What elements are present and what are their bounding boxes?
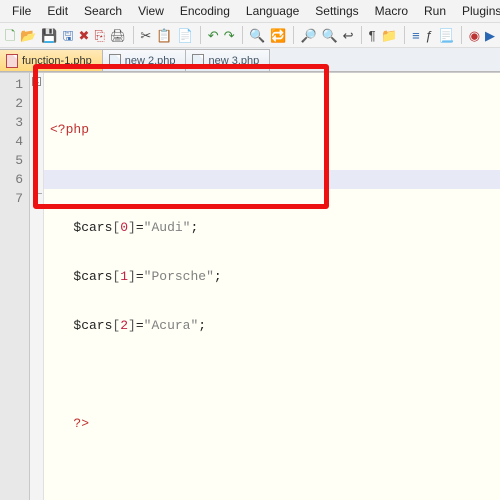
showall-icon[interactable]: ¶ xyxy=(367,26,377,44)
zoom-out-icon[interactable]: 🔍 xyxy=(321,26,339,44)
tab-new-2[interactable]: new 2.php xyxy=(102,49,187,71)
code-var: $cars xyxy=(73,220,112,235)
close-icon[interactable]: ✖ xyxy=(78,26,91,44)
fold-guide xyxy=(36,87,37,205)
tab-new-3[interactable]: new 3.php xyxy=(185,49,270,71)
tab-label: function-1.php xyxy=(22,55,92,67)
func-list-icon[interactable]: ƒ xyxy=(424,26,434,44)
record-macro-icon[interactable]: ◉ xyxy=(468,26,481,44)
redo-icon[interactable]: ↷ xyxy=(223,26,236,44)
toolbar: 🗋 📂 💾 🖫 ✖ ⎘ 🖨 ✂ 📋 📄 ↶ ↷ 🔍 🔁 🔎 🔍 ↩ ¶ 📁 ≡ … xyxy=(0,23,500,48)
code-string: "Acura" xyxy=(144,318,199,333)
file-icon xyxy=(192,54,204,68)
menu-language[interactable]: Language xyxy=(240,3,305,19)
line-number: 5 xyxy=(0,151,29,170)
paste-icon[interactable]: 📄 xyxy=(176,26,194,44)
tab-label: new 2.php xyxy=(125,55,176,67)
code-var: $cars xyxy=(73,269,112,284)
undo-icon[interactable]: ↶ xyxy=(207,26,220,44)
toolbar-separator xyxy=(293,26,294,44)
copy-icon[interactable]: 📋 xyxy=(155,26,173,44)
tab-bar: function-1.php new 2.php new 3.php xyxy=(0,48,500,72)
file-icon xyxy=(6,54,18,68)
toolbar-separator xyxy=(200,26,201,44)
cut-icon[interactable]: ✂ xyxy=(139,26,152,44)
play-macro-icon[interactable]: ▶ xyxy=(484,26,496,44)
fold-column: – xyxy=(30,73,44,500)
save-all-icon[interactable]: 🖫 xyxy=(61,26,74,44)
file-icon xyxy=(109,54,121,68)
php-close-tag: ?> xyxy=(73,416,89,431)
tab-function-1[interactable]: function-1.php xyxy=(0,49,103,71)
save-icon[interactable]: 💾 xyxy=(40,26,58,44)
line-number-gutter: 1 2 3 4 5 6 7 xyxy=(0,73,30,500)
menu-encoding[interactable]: Encoding xyxy=(174,3,236,19)
line-number: 6 xyxy=(0,170,29,189)
code-index: 0 xyxy=(120,220,128,235)
menu-edit[interactable]: Edit xyxy=(41,3,74,19)
line-number: 3 xyxy=(0,113,29,132)
code-area[interactable]: <?php $cars[0]="Audi"; $cars[1]="Porsche… xyxy=(44,73,500,500)
folder-icon[interactable]: 📁 xyxy=(380,26,398,44)
menu-macro[interactable]: Macro xyxy=(369,3,414,19)
doc-map-icon[interactable]: 📃 xyxy=(437,26,455,44)
code-index: 1 xyxy=(120,269,128,284)
line-number: 1 xyxy=(0,75,29,94)
new-file-icon[interactable]: 🗋 xyxy=(4,26,16,44)
print-icon[interactable]: 🖨 xyxy=(109,26,127,44)
code-string: "Porsche" xyxy=(144,269,214,284)
php-open-tag: <?php xyxy=(50,122,89,137)
current-line-highlight xyxy=(44,170,500,189)
menu-settings[interactable]: Settings xyxy=(309,3,364,19)
indent-guide-icon[interactable]: ≡ xyxy=(411,26,421,44)
menu-view[interactable]: View xyxy=(132,3,170,19)
toolbar-separator xyxy=(461,26,462,44)
line-number: 4 xyxy=(0,132,29,151)
menu-bar: File Edit Search View Encoding Language … xyxy=(0,0,500,23)
editor: 1 2 3 4 5 6 7 – <?php $cars[0]="Audi"; $… xyxy=(0,72,500,500)
menu-search[interactable]: Search xyxy=(78,3,128,19)
menu-file[interactable]: File xyxy=(6,3,37,19)
menu-plugins[interactable]: Plugins xyxy=(456,3,500,19)
menu-run[interactable]: Run xyxy=(418,3,452,19)
toolbar-separator xyxy=(242,26,243,44)
code-string: "Audi" xyxy=(144,220,191,235)
open-file-icon[interactable]: 📂 xyxy=(19,26,37,44)
fold-toggle-icon[interactable]: – xyxy=(32,77,41,86)
line-number: 7 xyxy=(0,189,29,208)
fold-guide-end xyxy=(36,193,42,194)
toolbar-separator xyxy=(133,26,134,44)
toolbar-separator xyxy=(404,26,405,44)
toolbar-separator xyxy=(361,26,362,44)
close-all-icon[interactable]: ⎘ xyxy=(93,26,105,44)
replace-icon[interactable]: 🔁 xyxy=(269,26,287,44)
zoom-in-icon[interactable]: 🔎 xyxy=(300,26,318,44)
line-number: 2 xyxy=(0,94,29,113)
code-index: 2 xyxy=(120,318,128,333)
find-icon[interactable]: 🔍 xyxy=(248,26,266,44)
code-var: $cars xyxy=(73,318,112,333)
wrap-icon[interactable]: ↩ xyxy=(342,26,355,44)
tab-label: new 3.php xyxy=(208,55,259,67)
